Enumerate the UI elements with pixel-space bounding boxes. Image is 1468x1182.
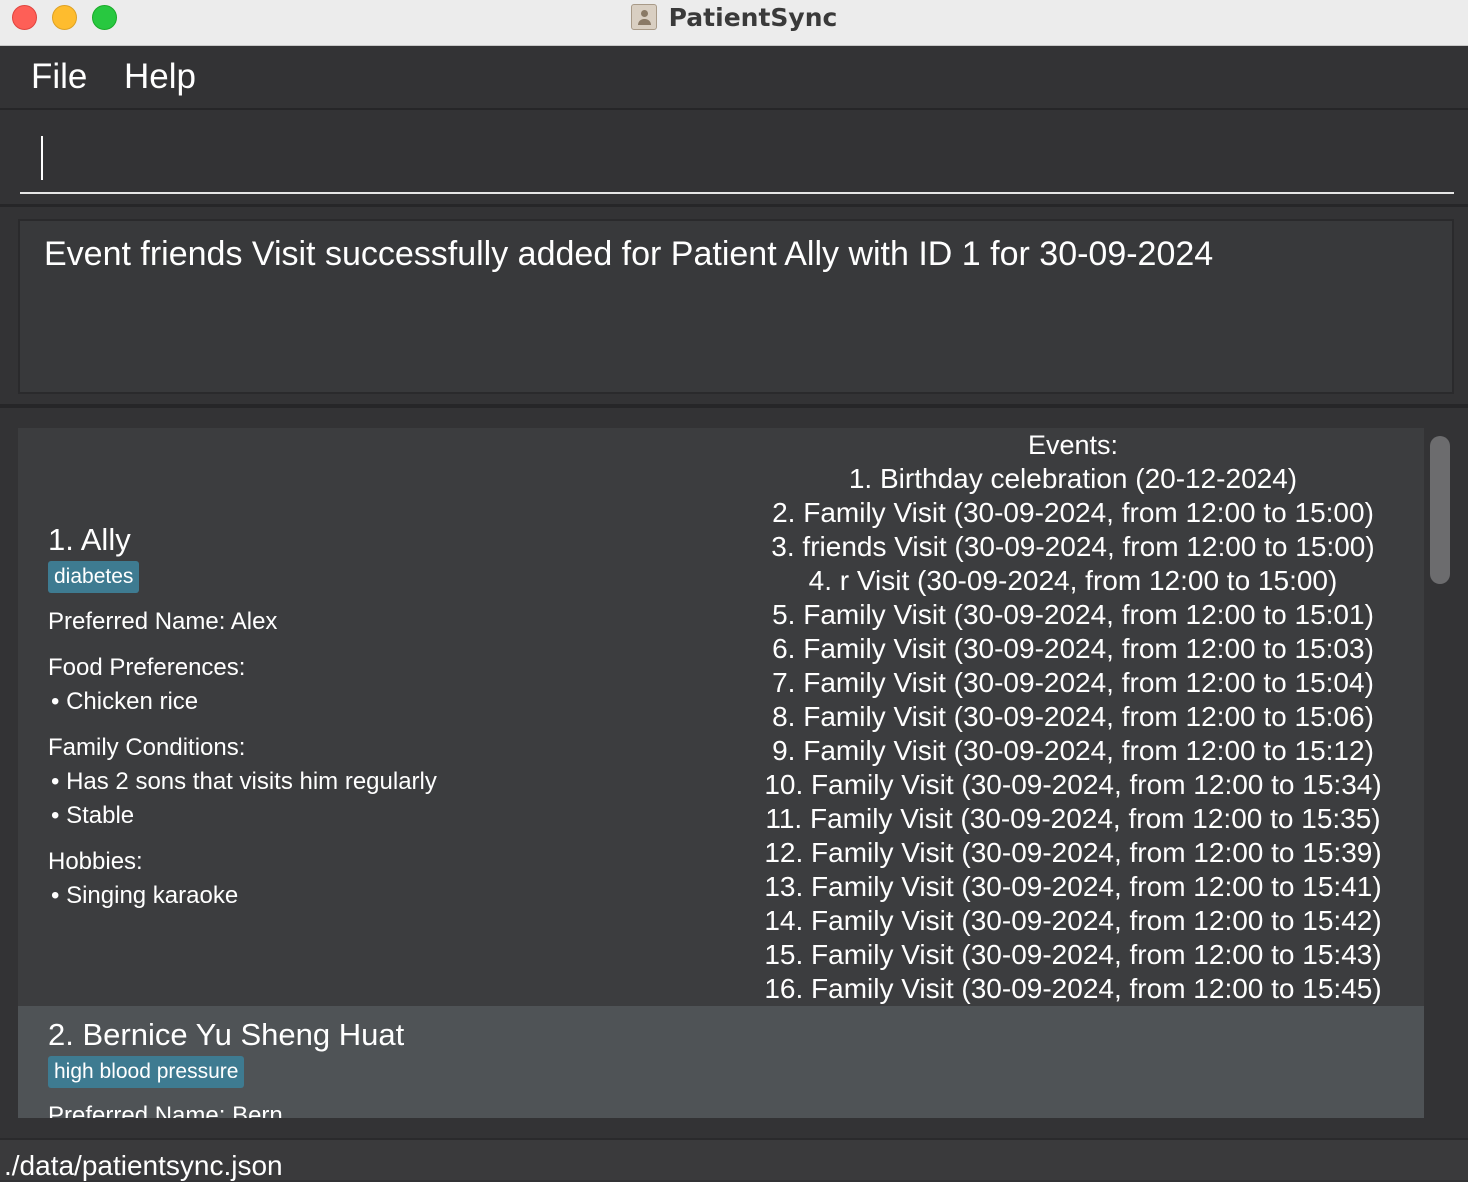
window-title: PatientSync bbox=[668, 2, 838, 32]
event-item: 12. Family Visit (30-09-2024, from 12:00… bbox=[764, 837, 1382, 868]
event-item: 9. Family Visit (30-09-2024, from 12:00 … bbox=[772, 735, 1374, 766]
patient-name: 2. Bernice Yu Sheng Huat bbox=[48, 1017, 405, 1052]
result-message: Event friends Visit successfully added f… bbox=[44, 235, 1214, 273]
family-condition-item: • Stable bbox=[51, 802, 135, 829]
status-bar: ./data/patientsync.json bbox=[0, 1138, 1468, 1181]
food-preferences-label: Food Preferences: bbox=[48, 654, 246, 681]
event-item: 6. Family Visit (30-09-2024, from 12:00 … bbox=[772, 633, 1374, 664]
event-item: 13. Family Visit (30-09-2024, from 12:00… bbox=[764, 871, 1382, 902]
menu-help[interactable]: Help bbox=[124, 57, 196, 97]
event-item: 4. r Visit (30-09-2024, from 12:00 to 15… bbox=[808, 565, 1338, 596]
menu-file[interactable]: File bbox=[31, 57, 87, 97]
patient-list[interactable]: 1. Ally diabetes Preferred Name: Alex Fo… bbox=[18, 428, 1424, 1118]
list-scrollbar[interactable] bbox=[1430, 436, 1450, 584]
event-item: 1. Birthday celebration (20-12-2024) bbox=[848, 463, 1298, 494]
condition-tag: diabetes bbox=[48, 561, 140, 593]
event-item: 8. Family Visit (30-09-2024, from 12:00 … bbox=[772, 701, 1374, 732]
food-preference-item: • Chicken rice bbox=[51, 688, 199, 715]
title-wrap: PatientSync bbox=[0, 2, 1468, 32]
event-item: 5. Family Visit (30-09-2024, from 12:00 … bbox=[772, 599, 1374, 630]
command-box bbox=[0, 112, 1468, 207]
event-item: 10. Family Visit (30-09-2024, from 12:00… bbox=[764, 769, 1382, 800]
event-item: 2. Family Visit (30-09-2024, from 12:00 … bbox=[772, 497, 1374, 528]
data-file-path: ./data/patientsync.json bbox=[4, 1150, 283, 1181]
family-condition-item: • Has 2 sons that visits him regularly bbox=[51, 768, 437, 795]
condition-tag: high blood pressure bbox=[48, 1056, 245, 1088]
text-caret bbox=[41, 136, 43, 180]
hobbies-label: Hobbies: bbox=[48, 848, 143, 875]
event-item: 3. friends Visit (30-09-2024, from 12:00… bbox=[771, 531, 1375, 562]
result-display[interactable]: Event friends Visit successfully added f… bbox=[18, 219, 1454, 394]
divider bbox=[0, 404, 1468, 408]
patient-card-selected[interactable]: 2. Bernice Yu Sheng Huat high blood pres… bbox=[18, 1006, 1424, 1118]
family-conditions-label: Family Conditions: bbox=[48, 734, 246, 761]
contact-card-icon bbox=[630, 4, 657, 30]
events-list: Events: 1. Birthday celebration (20-12-2… bbox=[718, 428, 1424, 1006]
event-item: 7. Family Visit (30-09-2024, from 12:00 … bbox=[772, 667, 1374, 698]
event-item: 15. Family Visit (30-09-2024, from 12:00… bbox=[764, 939, 1382, 970]
event-item: 11. Family Visit (30-09-2024, from 12:00… bbox=[765, 803, 1381, 834]
hobby-item: • Singing karaoke bbox=[51, 882, 239, 909]
event-item: 16. Family Visit (30-09-2024, from 12:00… bbox=[764, 973, 1382, 1004]
preferred-name: Preferred Name: Alex bbox=[48, 608, 278, 635]
command-input[interactable] bbox=[20, 122, 1454, 194]
event-item: 14. Family Visit (30-09-2024, from 12:00… bbox=[764, 905, 1382, 936]
title-bar: PatientSync bbox=[0, 0, 1468, 46]
preferred-name: Preferred Name: Bern bbox=[48, 1102, 283, 1118]
patient-card[interactable]: 1. Ally diabetes Preferred Name: Alex Fo… bbox=[18, 428, 1424, 1006]
events-label: Events: bbox=[1027, 430, 1119, 460]
patient-name: 1. Ally bbox=[48, 522, 131, 557]
menu-bar: File Help bbox=[0, 47, 1468, 110]
